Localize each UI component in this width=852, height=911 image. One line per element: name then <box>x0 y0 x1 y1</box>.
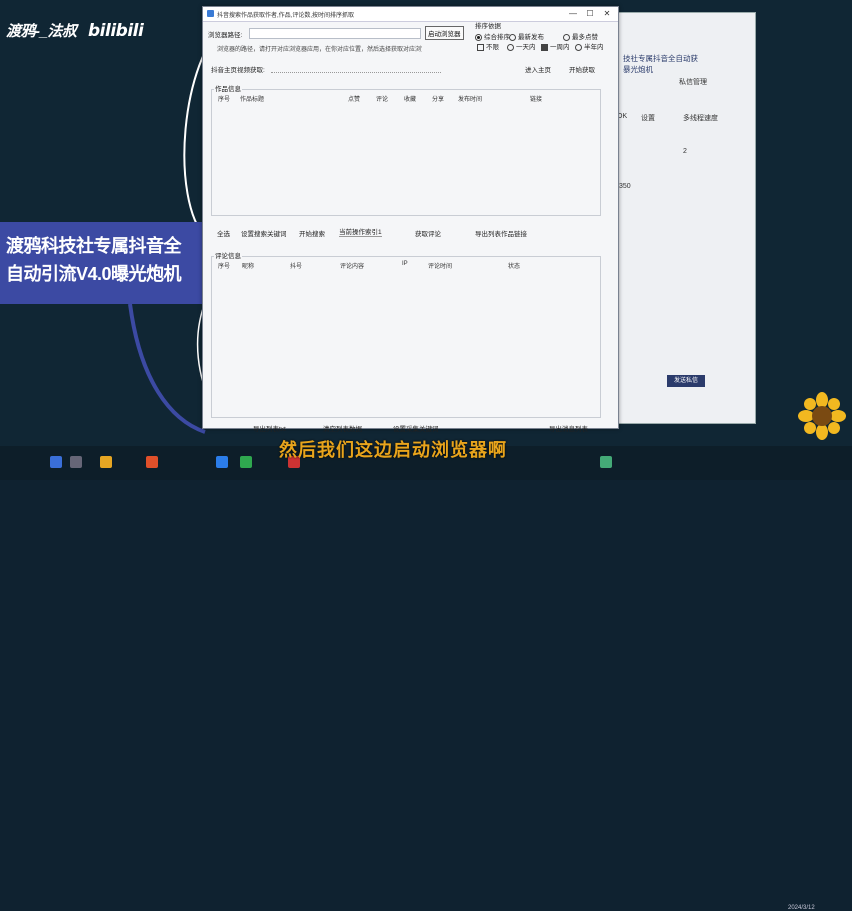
checkbox-icon <box>477 43 484 51</box>
sort-title: 排序依据 <box>475 23 501 30</box>
comments-group: 评论信息 序号 昵称 抖号 评论内容 IP 评论时间 状态 <box>211 250 601 418</box>
folder-icon[interactable] <box>100 456 112 468</box>
homepage-input[interactable] <box>271 63 441 73</box>
checkbox-checked-icon <box>541 43 548 51</box>
side-item-0: 私信管理 <box>679 79 707 86</box>
sort-option-1[interactable]: 最新发布 <box>509 31 544 41</box>
export-works-links-button[interactable]: 导出列表作品链接 <box>475 228 527 238</box>
works-col-7[interactable]: 链接 <box>530 94 542 103</box>
side-title-2: 暴光炮机 <box>623 65 653 74</box>
start-icon[interactable] <box>50 456 62 468</box>
set-search-keyword-button[interactable]: 设置搜索关键词 <box>241 228 287 238</box>
start-search-button[interactable]: 开始搜索 <box>299 228 325 238</box>
send-message-button[interactable]: 发送私信 <box>667 375 705 387</box>
comments-group-title: 评论信息 <box>214 250 242 260</box>
channel-watermark: 渡鸦-_法叔 bilibili <box>6 20 144 41</box>
works-col-4[interactable]: 收藏 <box>404 94 416 103</box>
works-col-6[interactable]: 发布时间 <box>458 94 482 103</box>
topic-line-1: 渡鸦科技社专属抖音全 <box>6 236 182 256</box>
comments-col-3[interactable]: 评论内容 <box>340 261 364 270</box>
enter-homepage-button[interactable]: 进入主页 <box>525 64 551 74</box>
background-app-window[interactable]: 技社专属抖音全自动获 暴光炮机 私信管理 OK 设置 多线程速度 2 350 发… <box>612 12 756 424</box>
works-col-3[interactable]: 评论 <box>376 94 388 103</box>
works-col-2[interactable]: 点赞 <box>348 94 360 103</box>
comments-col-5[interactable]: 评论时间 <box>428 261 452 270</box>
comments-col-1[interactable]: 昵称 <box>242 261 254 270</box>
comments-col-6[interactable]: 状态 <box>508 261 520 270</box>
browser-icon[interactable] <box>146 456 158 468</box>
time-option-2[interactable]: 一周内 <box>541 41 570 51</box>
set-collect-keyword-button[interactable]: 设置采集关键词 <box>393 423 439 433</box>
radio-checked-icon <box>475 33 482 41</box>
time-option-3[interactable]: 半年内 <box>575 41 604 51</box>
side-title-1: 技社专属抖音全自动获 <box>623 54 698 63</box>
sort-option-2[interactable]: 最多点赞 <box>563 31 598 41</box>
watermark-name: 渡鸦-_法叔 <box>6 23 77 40</box>
mindmap-topic-node[interactable]: 渡鸦科技社专属抖音全 自动引流V4.0曝光炮机 <box>0 222 206 304</box>
export-message-list-button[interactable]: 导出消息列表 <box>549 423 588 433</box>
topic-line-2: 自动引流V4.0曝光炮机 <box>6 264 182 284</box>
bilibili-logo: bilibili <box>88 21 144 41</box>
tray-icon[interactable] <box>600 456 612 468</box>
start-fetch-button[interactable]: 开始获取 <box>569 64 595 74</box>
works-col-0[interactable]: 序号 <box>218 94 230 103</box>
works-group: 作品信息 序号 作品标题 点赞 评论 收藏 分享 发布时间 链接 <box>211 83 601 216</box>
get-comments-button[interactable]: 获取评论 <box>415 228 441 238</box>
works-group-title: 作品信息 <box>214 83 242 93</box>
comments-col-0[interactable]: 序号 <box>218 261 230 270</box>
browser-path-input[interactable] <box>249 28 421 39</box>
select-all-button[interactable]: 全选 <box>217 228 230 238</box>
close-button[interactable]: ✕ <box>599 9 615 19</box>
side-item-3: 多线程速度 <box>683 115 718 122</box>
side-item-6: 350 <box>619 183 631 190</box>
sunflower-sticker-icon <box>798 392 846 440</box>
scraper-app-window[interactable]: 抖音搜索作品获取作者,作品,评论数,按时间排序抓取 — ☐ ✕ 浏览器路径: 启… <box>202 6 619 433</box>
current-index-field[interactable]: 当前操作索引1 <box>339 226 382 237</box>
window-title: 抖音搜索作品获取作者,作品,评论数,按时间排序抓取 <box>217 13 355 19</box>
time-option-1[interactable]: 一天内 <box>507 41 536 51</box>
browser-path-label: 浏览器路径: <box>208 32 243 39</box>
comments-col-4[interactable]: IP <box>402 261 408 267</box>
radio-icon <box>575 43 582 51</box>
edge-icon[interactable] <box>216 456 228 468</box>
browser-tip-text: 浏览器的路径，请打开对应浏览器应用，在你对应位置，然后选择获取对应浏览器 <box>217 47 422 53</box>
works-col-5[interactable]: 分享 <box>432 94 444 103</box>
minimize-button[interactable]: — <box>565 9 581 19</box>
search-icon[interactable] <box>70 456 82 468</box>
export-txt-button[interactable]: 导出列表txt <box>253 423 286 433</box>
homepage-label: 抖音主页视频获取: <box>211 67 265 74</box>
radio-icon <box>563 33 570 41</box>
comments-col-2[interactable]: 抖号 <box>290 261 302 270</box>
time-option-0[interactable]: 不限 <box>477 41 499 51</box>
taskbar-clock: 2024/3/12 <box>788 905 815 911</box>
side-item-4: 2 <box>683 148 687 155</box>
clear-list-button[interactable]: 清空列表数据 <box>323 423 362 433</box>
title-bar[interactable]: 抖音搜索作品获取作者,作品,评论数,按时间排序抓取 — ☐ ✕ <box>203 7 618 22</box>
radio-icon <box>507 43 514 51</box>
chrome-icon[interactable] <box>240 456 252 468</box>
app-icon <box>207 10 214 17</box>
video-subtitle: 然后我们这边启动浏览器啊 <box>279 440 507 460</box>
side-item-2: 设置 <box>641 115 655 122</box>
radio-icon <box>509 33 516 41</box>
works-col-1[interactable]: 作品标题 <box>240 94 264 103</box>
maximize-button[interactable]: ☐ <box>582 9 598 19</box>
sort-option-0[interactable]: 综合排序 <box>475 31 510 41</box>
start-browser-button[interactable]: 启动浏览器 <box>425 26 464 40</box>
